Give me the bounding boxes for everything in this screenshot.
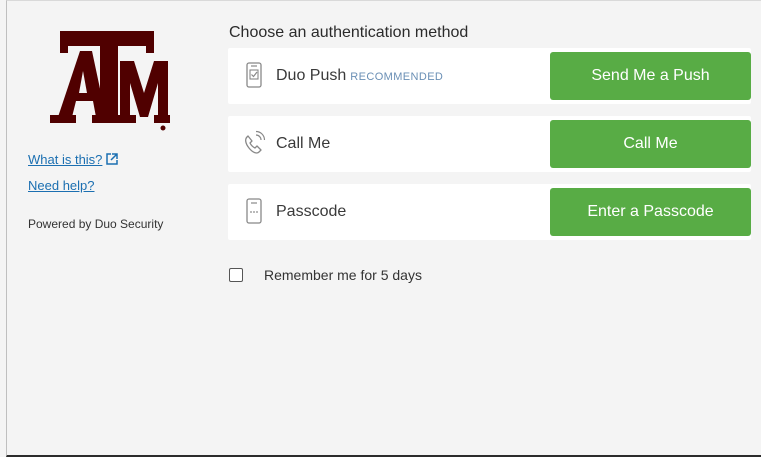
tamu-logo xyxy=(50,31,170,131)
call-me-button[interactable]: Call Me xyxy=(550,120,751,168)
enter-passcode-button[interactable]: Enter a Passcode xyxy=(550,188,751,236)
recommended-badge: RECOMMENDED xyxy=(350,71,444,83)
remember-me-checkbox[interactable] xyxy=(229,268,243,282)
remember-me-option[interactable]: Remember me for 5 days xyxy=(229,267,422,283)
auth-panel: Choose an authentication method Duo Push… xyxy=(228,1,755,455)
sidebar: What is this? Need help? Powered by Duo … xyxy=(28,1,208,455)
page-title: Choose an authentication method xyxy=(229,24,469,41)
duo-push-label: Duo Push xyxy=(276,67,347,84)
what-is-this-label: What is this? xyxy=(28,152,103,167)
duo-auth-frame: What is this? Need help? Powered by Duo … xyxy=(6,0,761,457)
method-label-call-me: Call Me xyxy=(276,135,331,152)
powered-by-text: Powered by Duo Security xyxy=(28,217,164,231)
phone-call-icon xyxy=(245,130,266,154)
method-row-duo-push: Duo Push RECOMMENDED Send Me a Push xyxy=(228,48,751,104)
what-is-this-link[interactable]: What is this? xyxy=(28,152,119,167)
remember-me-label: Remember me for 5 days xyxy=(264,267,422,283)
external-link-icon xyxy=(106,153,119,165)
need-help-link[interactable]: Need help? xyxy=(28,178,95,193)
phone-check-icon xyxy=(246,62,262,88)
passcode-device-icon xyxy=(246,198,262,224)
method-row-call-me: Call Me Call Me xyxy=(228,116,751,172)
send-push-button[interactable]: Send Me a Push xyxy=(550,52,751,100)
method-label-passcode: Passcode xyxy=(276,203,347,220)
method-label-duo-push: Duo Push RECOMMENDED xyxy=(276,67,443,85)
method-row-passcode: Passcode Enter a Passcode xyxy=(228,184,751,240)
